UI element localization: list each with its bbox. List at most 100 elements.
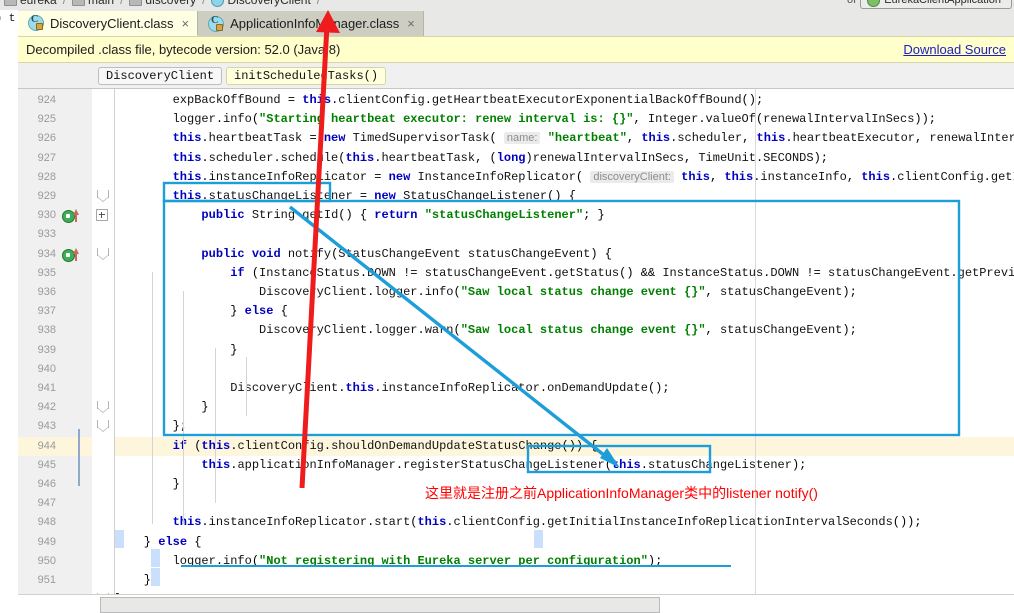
code-line[interactable]: } else { (115, 533, 1014, 552)
fold-end-icon[interactable] (92, 398, 114, 417)
source-code-area[interactable]: expBackOffBound = this.clientConfig.getH… (115, 89, 1014, 595)
tab-discoveryclient-class[interactable]: DiscoveryClient.class × (18, 11, 199, 36)
tab-label: DiscoveryClient.class (50, 15, 174, 31)
code-line[interactable]: logger.info("Not registering with Eureka… (115, 552, 1014, 571)
horizontal-scroll-area[interactable] (18, 597, 98, 613)
line-number: 942 (37, 401, 56, 414)
line-number-row[interactable]: 928 (18, 168, 92, 187)
code-line[interactable]: if (InstanceStatus.DOWN != statusChangeE… (115, 264, 1014, 283)
line-number-row[interactable]: 930 (18, 206, 92, 225)
code-line[interactable]: } else { (115, 302, 1014, 321)
breadcrumb-item-discoveryclient[interactable]: DiscoveryClient (211, 0, 311, 7)
line-number-gutter[interactable]: 924 925 926 927 928 929 930 933 934 935 936 937 938 9… (18, 89, 105, 595)
line-number-row[interactable]: 939 (18, 341, 92, 360)
code-line[interactable] (115, 360, 1014, 379)
code-line[interactable]: DiscoveryClient.logger.info("Saw local s… (115, 283, 1014, 302)
code-line[interactable]: this.scheduler.schedule(this.heartbeatTa… (115, 149, 1014, 168)
editor-tab-bar[interactable]: DiscoveryClient.class × ApplicationInfoM… (18, 10, 1014, 37)
code-line[interactable]: } (115, 571, 1014, 590)
line-number-row[interactable]: 936 (18, 283, 92, 302)
line-number: 947 (37, 497, 56, 510)
line-number-row[interactable]: 950 (18, 552, 92, 571)
code-line[interactable]: this.applicationInfoManager.registerStat… (115, 456, 1014, 475)
code-block-indicator (78, 429, 80, 486)
line-number-row[interactable]: 925 (18, 110, 92, 129)
line-number-row[interactable]: 945 (18, 456, 92, 475)
line-number-row[interactable]: 944 (18, 436, 105, 456)
breadcrumb-item-main[interactable]: main (72, 0, 114, 7)
code-folding-gutter[interactable] (92, 89, 115, 595)
line-number-row[interactable]: 927 (18, 149, 92, 168)
breadcrumb-separator: / (62, 0, 67, 7)
line-number: 933 (37, 228, 56, 241)
line-number-row[interactable]: 924 (18, 91, 92, 110)
method-breadcrumb-bar[interactable]: DiscoveryClient initScheduledTasks() (18, 63, 1014, 89)
overriding-method-icon[interactable] (62, 209, 84, 224)
line-number-row[interactable]: 935 (18, 264, 92, 283)
intention-bulb-icon[interactable] (62, 440, 105, 456)
method-crumb-class[interactable]: DiscoveryClient (98, 66, 223, 85)
line-number-row[interactable]: 929 (18, 187, 92, 206)
line-number-row[interactable]: 941 (18, 379, 92, 398)
fold-end-icon[interactable] (92, 245, 114, 264)
close-icon[interactable]: × (182, 16, 190, 31)
line-number-row[interactable]: 943 (18, 417, 92, 436)
line-number-row[interactable]: 947 (18, 494, 92, 513)
code-line[interactable]: if (this.clientConfig.shouldOnDemandUpda… (115, 436, 1014, 456)
fold-end-icon[interactable] (92, 417, 114, 436)
download-source-link[interactable]: Download Source (903, 42, 1006, 57)
line-number: 951 (37, 574, 56, 586)
code-line[interactable]: this.statusChangeListener = new StatusCh… (115, 187, 1014, 206)
code-line[interactable]: this.instanceInfoReplicator.start(this.c… (115, 513, 1014, 532)
fold-expand-icon[interactable] (92, 206, 114, 225)
code-line[interactable]: DiscoveryClient.this.instanceInfoReplica… (115, 379, 1014, 398)
close-icon[interactable]: × (407, 16, 415, 31)
line-number: 934 (37, 247, 56, 260)
line-number: 941 (37, 382, 56, 394)
line-number-row[interactable]: 948 (18, 513, 92, 532)
indent-guide (152, 272, 153, 524)
overriding-method-icon[interactable] (62, 247, 84, 262)
class-icon (211, 0, 225, 7)
line-number-row[interactable]: 938 (18, 321, 92, 340)
code-line[interactable]: this.heartbeatTask = new TimedSupervisor… (115, 129, 1014, 148)
code-line[interactable]: } (115, 341, 1014, 360)
line-number-row[interactable]: 942 (18, 398, 92, 417)
code-line[interactable]: expBackOffBound = this.clientConfig.getH… (115, 91, 1014, 110)
line-number-row[interactable]: 946 (18, 475, 92, 494)
code-line[interactable]: public String getId() { return "statusCh… (115, 206, 1014, 225)
line-number-row[interactable]: 933 (18, 225, 92, 244)
breadcrumb-separator: / (316, 0, 321, 7)
code-line[interactable]: DiscoveryClient.logger.warn("Saw local s… (115, 321, 1014, 340)
code-line[interactable] (115, 225, 1014, 244)
breadcrumb-label: discovery (145, 0, 197, 7)
line-number-row[interactable]: 926 (18, 129, 92, 148)
code-line[interactable]: logger.info("Starting heartbeat executor… (115, 110, 1014, 129)
code-line[interactable]: public void notify(StatusChangeEvent sta… (115, 245, 1014, 264)
line-number-row[interactable]: 934 (18, 245, 92, 264)
fold-end-icon[interactable] (92, 187, 114, 206)
code-line[interactable]: }; (115, 417, 1014, 436)
column-guide-line (755, 89, 756, 595)
code-editor[interactable]: 924 925 926 927 928 929 930 933 934 935 936 937 938 9… (18, 89, 1014, 595)
folder-icon (4, 0, 17, 6)
line-number-row[interactable]: 951 (18, 571, 92, 590)
line-number-row[interactable]: 949 (18, 533, 92, 552)
banner-message: Decompiled .class file, bytecode version… (26, 42, 341, 57)
structure-panel-clipped: fr d O) t H H H A A A A A A r C f t ): f… (0, 10, 19, 613)
line-number: 924 (37, 94, 56, 106)
tab-applicationinfomanager-class[interactable]: ApplicationInfoManager.class × (198, 11, 424, 36)
breadcrumb[interactable]: eureka / main / discovery / DiscoveryCli… (4, 0, 322, 9)
bottom-tool-window-strip[interactable] (100, 597, 660, 613)
method-crumb-method[interactable]: initScheduledTasks() (226, 66, 387, 85)
breadcrumb-item-eureka[interactable]: eureka (4, 0, 57, 7)
code-line[interactable]: } (115, 398, 1014, 417)
run-config-label: EurekaClientApplication (884, 0, 1001, 6)
breadcrumb-item-discovery[interactable]: discovery (129, 0, 196, 7)
line-number-row[interactable]: 940 (18, 360, 92, 379)
run-configuration-selector[interactable]: of EurekaClientApplication (847, 0, 1012, 9)
line-number-row[interactable]: 937 (18, 302, 92, 321)
indent-guide (183, 291, 184, 524)
code-line[interactable]: this.instanceInfoReplicator = new Instan… (115, 168, 1014, 187)
run-config-box[interactable]: EurekaClientApplication (860, 0, 1012, 9)
